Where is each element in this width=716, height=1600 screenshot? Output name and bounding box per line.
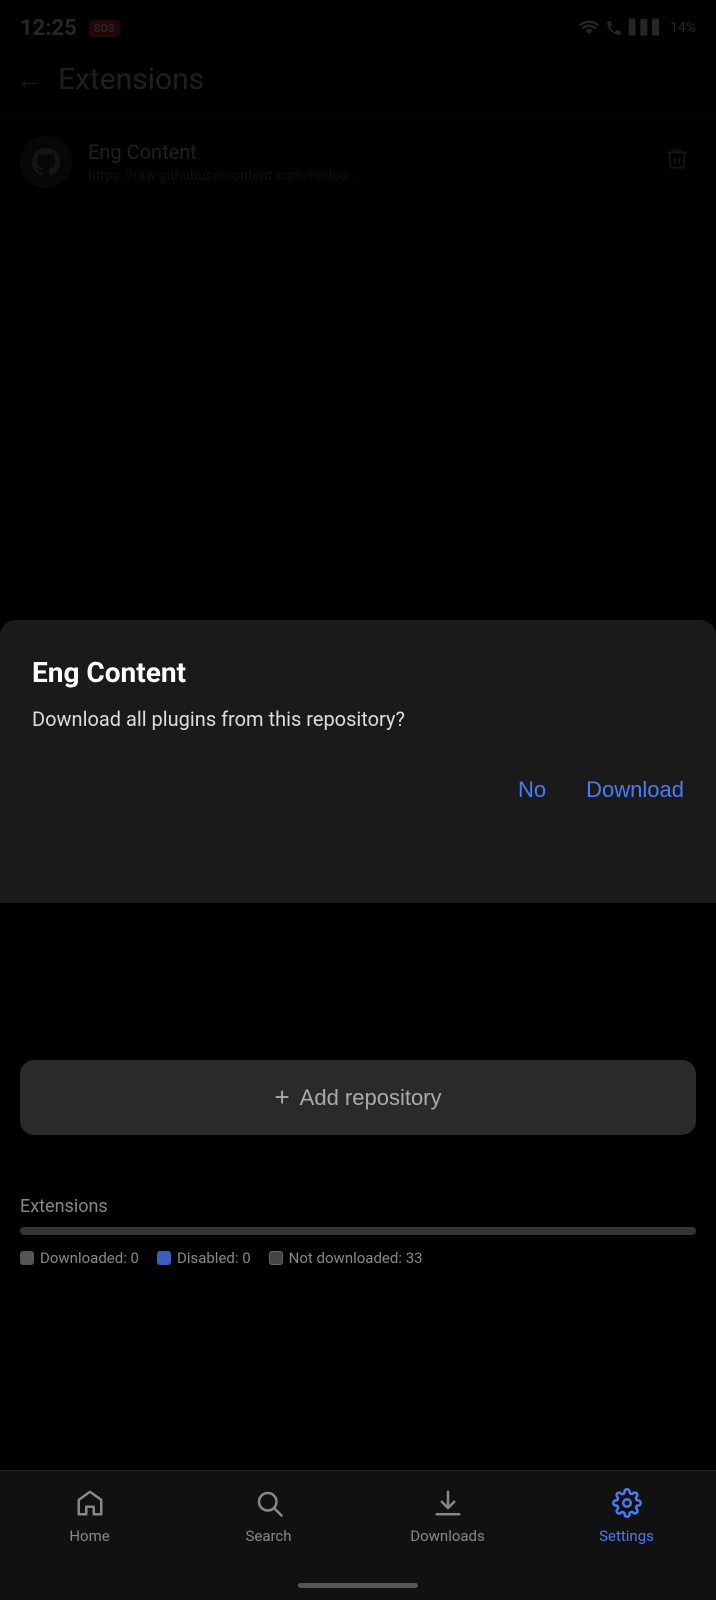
- settings-label: Settings: [599, 1527, 654, 1545]
- search-nav-icon: [251, 1485, 287, 1521]
- downloaded-label: Downloaded: 0: [40, 1249, 139, 1267]
- disabled-label: Disabled: 0: [177, 1249, 251, 1267]
- extensions-section: Extensions Downloaded: 0 Disabled: 0 Not…: [0, 1180, 716, 1267]
- download-button[interactable]: Download: [586, 773, 684, 807]
- downloads-label: Downloads: [410, 1527, 485, 1545]
- nav-settings[interactable]: Settings: [537, 1485, 716, 1545]
- not-downloaded-dot: [269, 1251, 283, 1265]
- add-repo-label: Add repository: [300, 1085, 442, 1111]
- stat-not-downloaded: Not downloaded: 33: [269, 1249, 423, 1267]
- nav-home[interactable]: Home: [0, 1485, 179, 1545]
- settings-nav-icon: [609, 1485, 645, 1521]
- extensions-label: Extensions: [20, 1196, 696, 1217]
- home-label: Home: [69, 1527, 109, 1545]
- search-label: Search: [245, 1527, 291, 1545]
- extensions-stats: Downloaded: 0 Disabled: 0 Not downloaded…: [20, 1249, 696, 1267]
- download-icon: [433, 1488, 463, 1518]
- dialog: Eng Content Download all plugins from th…: [0, 620, 716, 903]
- not-downloaded-label: Not downloaded: 33: [289, 1249, 423, 1267]
- no-button[interactable]: No: [518, 773, 546, 807]
- downloaded-dot: [20, 1251, 34, 1265]
- add-repository-button[interactable]: + Add repository: [20, 1060, 696, 1135]
- search-icon: [254, 1488, 284, 1518]
- add-repo-container: + Add repository: [0, 1060, 716, 1135]
- nav-downloads[interactable]: Downloads: [358, 1485, 537, 1545]
- stat-disabled: Disabled: 0: [157, 1249, 251, 1267]
- bottom-pill: [298, 1583, 418, 1588]
- dialog-message: Download all plugins from this repositor…: [32, 705, 684, 733]
- bottom-nav: Home Search Downloads Settings: [0, 1470, 716, 1600]
- dialog-title: Eng Content: [32, 656, 684, 689]
- dialog-actions: No Download: [32, 773, 684, 807]
- home-icon: [75, 1488, 105, 1518]
- stat-downloaded: Downloaded: 0: [20, 1249, 139, 1267]
- progress-bar-track: [20, 1227, 696, 1235]
- nav-search[interactable]: Search: [179, 1485, 358, 1545]
- plus-icon: +: [274, 1082, 289, 1113]
- downloads-nav-icon: [430, 1485, 466, 1521]
- settings-icon: [612, 1488, 642, 1518]
- disabled-dot: [157, 1251, 171, 1265]
- home-nav-icon: [72, 1485, 108, 1521]
